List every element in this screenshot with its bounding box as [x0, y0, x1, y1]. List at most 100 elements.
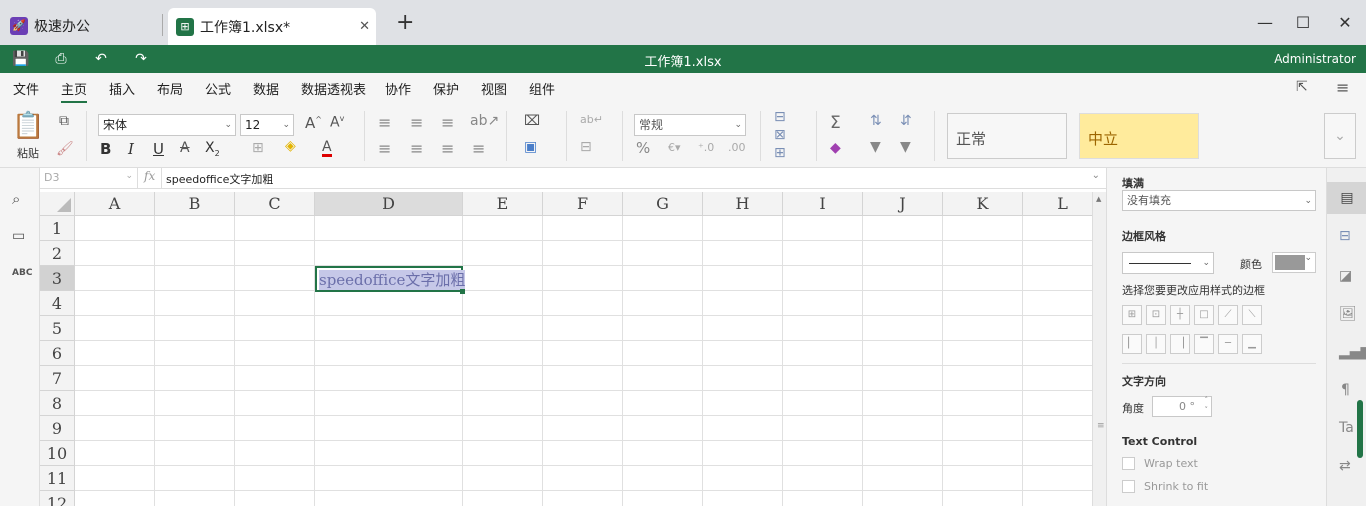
- menu-plugins[interactable]: 组件: [529, 79, 555, 98]
- menu-collab[interactable]: 协作: [385, 79, 411, 98]
- text-art-icon[interactable]: Ta: [1339, 420, 1354, 436]
- named-range-icon[interactable]: ⊟: [580, 139, 592, 155]
- column-header[interactable]: E: [463, 192, 543, 216]
- clear-icon[interactable]: ◆: [830, 140, 841, 156]
- delete-row-icon[interactable]: ⊠: [774, 127, 786, 143]
- scroll-grip-icon[interactable]: ≡: [1097, 421, 1105, 431]
- row-header[interactable]: 6: [40, 341, 75, 366]
- row-header[interactable]: 4: [40, 291, 75, 316]
- clear-filter-icon[interactable]: ▼: [900, 139, 911, 155]
- align-bottom-icon[interactable]: ≡: [441, 113, 454, 132]
- insert-cells-icon[interactable]: ⌧: [524, 113, 540, 129]
- menu-formula[interactable]: 公式: [205, 79, 231, 98]
- menu-layout[interactable]: 布局: [157, 79, 183, 98]
- justify-icon[interactable]: ≡: [472, 139, 485, 158]
- format-row-icon[interactable]: ⊞: [774, 145, 786, 161]
- sort-ascending-icon[interactable]: ⇅: [870, 113, 882, 129]
- border-diag-up-icon[interactable]: ⟋: [1218, 305, 1238, 325]
- row-header[interactable]: 1: [40, 216, 75, 241]
- underline-button[interactable]: U: [153, 140, 164, 158]
- column-header[interactable]: F: [543, 192, 623, 216]
- border-inner-icon[interactable]: ┼: [1170, 305, 1190, 325]
- row-header[interactable]: 5: [40, 316, 75, 341]
- column-header[interactable]: C: [235, 192, 315, 216]
- wrap-text-checkbox[interactable]: [1122, 457, 1135, 470]
- image-settings-icon[interactable]: 🖼: [1339, 306, 1357, 322]
- column-header[interactable]: I: [783, 192, 863, 216]
- fill-handle[interactable]: [460, 289, 465, 294]
- menu-insert[interactable]: 插入: [109, 79, 135, 98]
- hamburger-menu-icon[interactable]: ≡: [1336, 78, 1349, 97]
- align-center-icon[interactable]: ≡: [410, 139, 423, 158]
- border-color-picker[interactable]: ⌄: [1272, 252, 1316, 273]
- cell-settings-icon[interactable]: ▤: [1327, 182, 1366, 214]
- border-none-icon[interactable]: ⊡: [1146, 305, 1166, 325]
- border-all-icon[interactable]: ⊞: [1122, 305, 1142, 325]
- border-inner-vertical-icon[interactable]: │: [1146, 334, 1166, 354]
- formula-input[interactable]: speedoffice文字加粗: [166, 171, 273, 187]
- menu-file[interactable]: 文件: [13, 79, 39, 98]
- spreadsheet-grid[interactable]: A B C D E F G H I J K L 1 2 3 4 5 6 7 8 9 10 11 12 speedoffice文字…: [40, 192, 1092, 506]
- scroll-up-icon[interactable]: ▲: [1096, 195, 1101, 203]
- vertical-scrollbar[interactable]: ▲ ≡: [1092, 192, 1106, 506]
- column-header[interactable]: L: [1023, 192, 1092, 216]
- shape-settings-icon[interactable]: ◪: [1339, 268, 1352, 284]
- row-header[interactable]: 2: [40, 241, 75, 266]
- decrease-font-icon[interactable]: Av: [330, 114, 344, 131]
- fill-color-icon[interactable]: ◈: [285, 138, 296, 154]
- search-icon[interactable]: ⌕: [12, 190, 20, 208]
- percent-button[interactable]: %: [636, 139, 650, 157]
- spellcheck-icon[interactable]: ABC: [12, 268, 32, 278]
- paste-label[interactable]: 粘贴: [10, 145, 46, 161]
- style-neutral[interactable]: 中立: [1079, 113, 1199, 159]
- align-middle-icon[interactable]: ≡: [410, 113, 423, 132]
- close-window-button[interactable]: ✕: [1335, 13, 1355, 33]
- borders-icon[interactable]: ⊞: [252, 140, 264, 156]
- pivot-settings-icon[interactable]: ⇄: [1339, 458, 1351, 474]
- shrink-to-fit-checkbox[interactable]: [1122, 480, 1135, 493]
- font-size-select[interactable]: 12 ⌄: [240, 114, 294, 136]
- bold-button[interactable]: B: [100, 140, 111, 158]
- panel-scroll-thumb[interactable]: [1357, 400, 1363, 458]
- border-right-icon[interactable]: ▕: [1170, 334, 1190, 354]
- angle-input[interactable]: 0 ° ˄ ˅: [1152, 396, 1212, 417]
- sum-icon[interactable]: Σ: [830, 113, 841, 133]
- tab-document[interactable]: ⊞ 工作簿1.xlsx* ✕: [168, 8, 376, 45]
- spinner-icon[interactable]: ˄ ˅: [1205, 395, 1209, 415]
- menu-protect[interactable]: 保护: [433, 79, 459, 98]
- increase-font-icon[interactable]: A^: [305, 114, 322, 132]
- menu-pivot[interactable]: 数据透视表: [301, 79, 366, 98]
- table-settings-icon[interactable]: ⊟: [1339, 228, 1351, 244]
- menu-home[interactable]: 主页: [61, 79, 88, 103]
- border-bottom-icon[interactable]: ▁: [1242, 334, 1262, 354]
- row-header[interactable]: 3: [40, 266, 75, 291]
- sort-descending-icon[interactable]: ⇵: [900, 113, 912, 129]
- tab-close-icon[interactable]: ✕: [359, 19, 370, 34]
- select-all-corner[interactable]: [40, 192, 75, 216]
- row-header[interactable]: 12: [40, 491, 75, 506]
- merge-cells-icon[interactable]: ▣: [524, 139, 537, 155]
- column-header[interactable]: D: [315, 192, 463, 216]
- menu-view[interactable]: 视图: [481, 79, 507, 98]
- italic-button[interactable]: I: [128, 140, 134, 158]
- border-line-select[interactable]: ⌄: [1122, 252, 1214, 274]
- font-name-select[interactable]: 宋体 ⌄: [98, 114, 236, 136]
- open-location-icon[interactable]: ⇱: [1296, 79, 1308, 95]
- row-header[interactable]: 8: [40, 391, 75, 416]
- decrease-decimal-icon[interactable]: .00: [728, 141, 746, 154]
- copy-icon[interactable]: ⧉: [56, 113, 72, 129]
- chart-settings-icon[interactable]: ▂▄▆: [1339, 344, 1366, 360]
- maximize-button[interactable]: ☐: [1293, 13, 1313, 33]
- align-left-icon[interactable]: ≡: [378, 139, 391, 158]
- align-top-icon[interactable]: ≡: [378, 113, 391, 132]
- column-header[interactable]: K: [943, 192, 1023, 216]
- strikethrough-icon[interactable]: A: [180, 140, 190, 156]
- insert-row-icon[interactable]: ⊟: [774, 109, 786, 125]
- fill-select[interactable]: 没有填充 ⌄: [1122, 190, 1316, 211]
- number-format-select[interactable]: 常规 ⌄: [634, 114, 746, 136]
- column-header[interactable]: H: [703, 192, 783, 216]
- wrap-text-icon[interactable]: ab↵: [580, 113, 603, 126]
- paste-icon[interactable]: 📋: [12, 111, 44, 141]
- border-top-icon[interactable]: ▔: [1194, 334, 1214, 354]
- row-header[interactable]: 7: [40, 366, 75, 391]
